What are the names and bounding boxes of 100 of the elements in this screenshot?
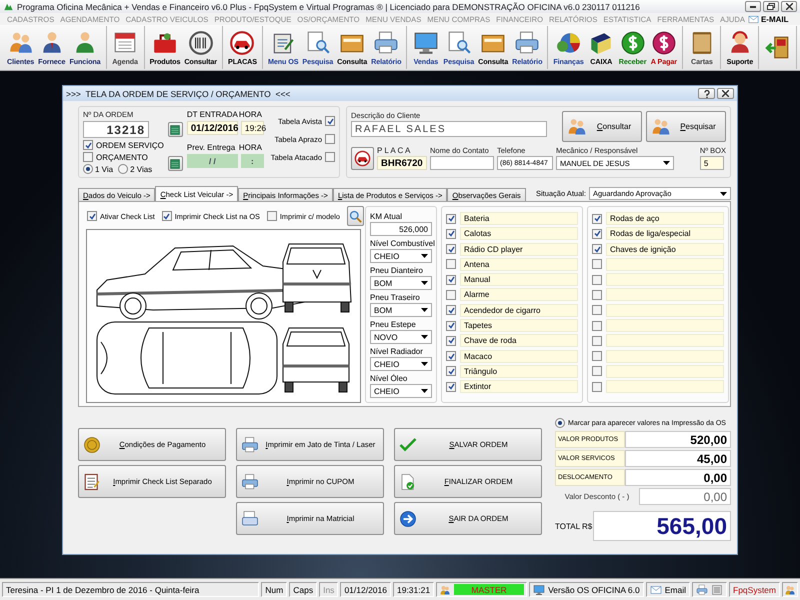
km-field[interactable]: 526,000	[370, 222, 432, 236]
calendar-button[interactable]	[168, 122, 183, 137]
people-icon	[567, 116, 587, 136]
checkbox[interactable]	[592, 228, 602, 239]
checklist-field[interactable]	[606, 334, 724, 348]
dollar-icon	[650, 30, 677, 56]
checklist-field[interactable]	[606, 258, 724, 271]
users-icon	[784, 584, 796, 596]
calendar-icon	[169, 158, 182, 170]
level-dropdown[interactable]: BOM	[370, 303, 432, 317]
checkbox[interactable]	[266, 211, 277, 221]
client-button[interactable]: Pesquisar	[646, 111, 726, 142]
checklist-field[interactable]: Bateria	[460, 212, 578, 225]
checklist-field[interactable]: Manual	[460, 273, 578, 286]
checkbox[interactable]	[83, 140, 93, 150]
plate-button[interactable]	[351, 147, 374, 170]
checklist-field[interactable]	[606, 288, 724, 302]
menu-item[interactable]: E-MAIL	[760, 14, 789, 24]
checklist-field[interactable]: Tapetes	[460, 319, 578, 332]
checkbox[interactable]	[446, 366, 456, 376]
checkbox[interactable]	[592, 336, 602, 346]
checklist-field[interactable]	[606, 380, 724, 394]
checklist-field[interactable]: Extintor	[460, 380, 578, 394]
contact-field[interactable]	[430, 156, 494, 170]
checkbox[interactable]	[446, 320, 456, 331]
checklist-field[interactable]: Chave de roda	[460, 334, 578, 348]
checkbox[interactable]	[446, 305, 456, 316]
checklist-field[interactable]: Antena	[460, 258, 578, 271]
search-icon	[348, 208, 363, 224]
status-text: Ins	[319, 582, 338, 597]
level-dropdown[interactable]: NOVO	[370, 330, 432, 344]
checkbox[interactable]	[446, 382, 456, 392]
checklist-field[interactable]: Chaves de ignição	[606, 242, 724, 256]
date-field[interactable]: / /	[186, 154, 238, 168]
time-field[interactable]: :	[240, 154, 264, 168]
checkbox[interactable]	[592, 305, 602, 316]
checkbox[interactable]	[592, 274, 602, 285]
plate-field[interactable]: BHR6720	[377, 156, 427, 170]
checkbox[interactable]	[592, 244, 602, 254]
help-icon	[704, 90, 710, 98]
minimize-button[interactable]	[745, 1, 761, 12]
checklist-field[interactable]	[606, 350, 724, 363]
checkbox[interactable]	[592, 290, 602, 300]
users-icon	[439, 584, 452, 596]
radio-button[interactable]	[118, 164, 128, 174]
close-button[interactable]	[717, 88, 734, 99]
checkbox[interactable]	[325, 116, 335, 126]
checkbox[interactable]	[446, 214, 456, 224]
checkbox[interactable]	[592, 259, 602, 270]
printer-icon	[241, 472, 259, 490]
level-dropdown[interactable]: BOM	[370, 276, 432, 290]
checklist-field[interactable]	[606, 364, 724, 378]
level-dropdown[interactable]: CHEIO	[370, 249, 432, 263]
calendar-button[interactable]	[168, 156, 183, 171]
checklist-field[interactable]: Triângulo	[460, 364, 578, 378]
checklist-field[interactable]: Rádio CD player	[460, 242, 578, 256]
checkbox[interactable]	[83, 152, 93, 162]
level-dropdown[interactable]: CHEIO	[370, 357, 432, 371]
checklist-field[interactable]: Rodas de aço	[606, 212, 724, 225]
mail-icon	[650, 584, 662, 596]
order-number-field[interactable]: 13218	[83, 121, 149, 138]
checkbox[interactable]	[446, 290, 456, 300]
checkbox[interactable]	[592, 320, 602, 331]
checklist-field[interactable]: Acendedor de cigarro	[460, 304, 578, 317]
client-button[interactable]: Consultar	[562, 111, 642, 142]
checklist-field[interactable]: Calotas	[460, 227, 578, 240]
box-field[interactable]: 5	[700, 156, 724, 170]
checkbox[interactable]	[592, 351, 602, 362]
checkbox[interactable]	[446, 274, 456, 285]
help-button[interactable]	[698, 88, 715, 99]
email-text: Email	[664, 584, 686, 594]
checkbox[interactable]	[87, 211, 97, 221]
checkbox[interactable]	[446, 351, 456, 362]
checkbox[interactable]	[162, 211, 172, 221]
checklist-field[interactable]	[606, 319, 724, 332]
time-field[interactable]: 19:26	[240, 121, 264, 135]
checkbox[interactable]	[592, 382, 602, 392]
checklist-field[interactable]: Alarme	[460, 288, 578, 302]
checkbox[interactable]	[325, 152, 335, 162]
checklist-field[interactable]	[606, 273, 724, 286]
checkbox[interactable]	[592, 366, 602, 376]
checkbox[interactable]	[325, 134, 335, 144]
search-button[interactable]	[346, 206, 364, 226]
document-search-icon	[304, 30, 331, 56]
radio-button[interactable]	[555, 418, 565, 428]
checklist-field[interactable]	[606, 304, 724, 317]
close-button[interactable]	[781, 1, 797, 12]
checklist-field[interactable]: Rodas de liga/especial	[606, 227, 724, 240]
checkbox[interactable]	[446, 228, 456, 239]
radio-button[interactable]	[83, 164, 93, 174]
client-field[interactable]: RAFAEL SALES	[351, 121, 547, 137]
level-dropdown[interactable]: CHEIO	[370, 384, 432, 398]
document-search-icon	[446, 30, 472, 56]
checkbox[interactable]	[446, 259, 456, 270]
checklist-field[interactable]: Macaco	[460, 350, 578, 363]
checkbox[interactable]	[592, 214, 602, 224]
caret-icon	[421, 254, 428, 258]
checkbox[interactable]	[446, 244, 456, 254]
date-field[interactable]: 01/12/2016	[186, 121, 238, 135]
checkbox[interactable]	[446, 336, 456, 346]
